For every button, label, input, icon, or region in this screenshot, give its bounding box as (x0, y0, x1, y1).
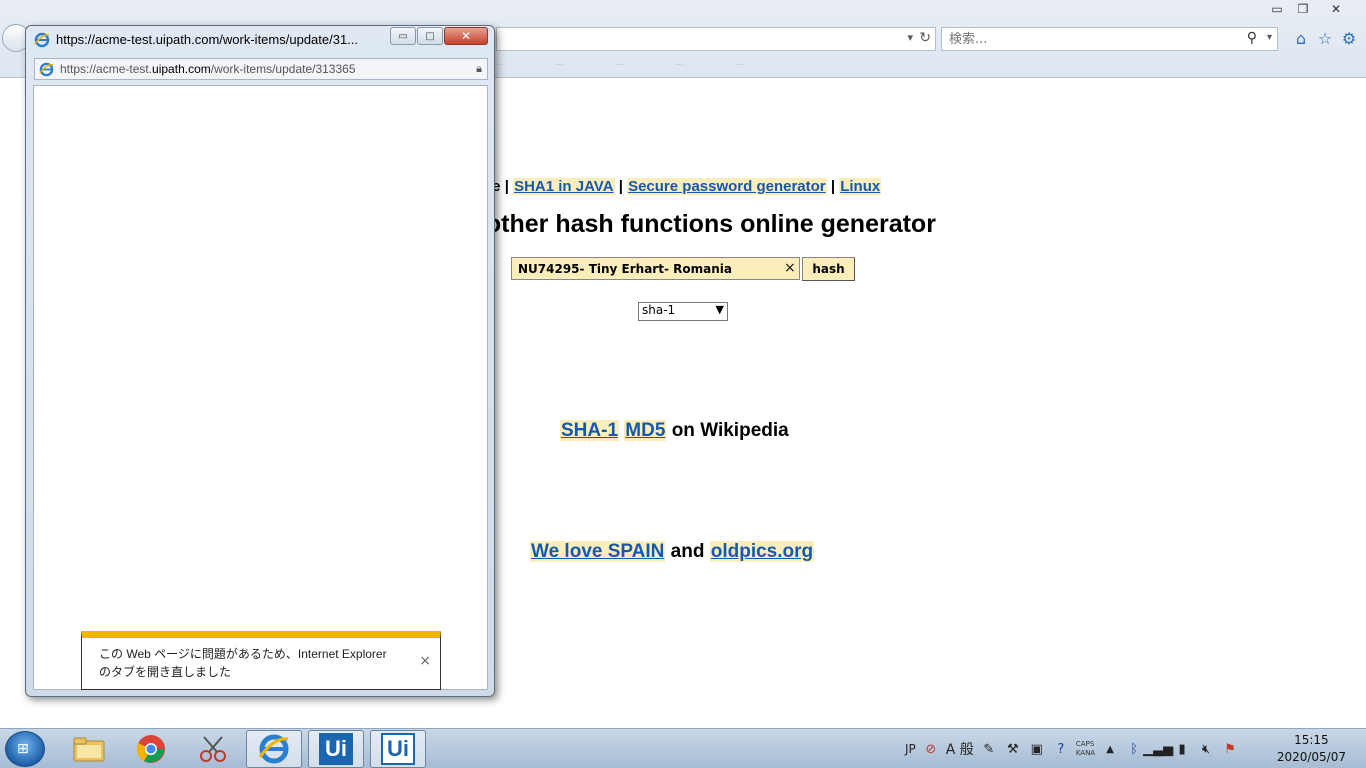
scissors-icon (200, 736, 226, 762)
popup-address-bar[interactable]: https://acme-test.uipath.com/work-items/… (34, 58, 488, 80)
window-controls: ▭ ❐ ✕ (1264, 0, 1356, 18)
gear-icon[interactable]: ⚙ (1339, 27, 1359, 49)
separator: | (504, 178, 509, 195)
clock-time: 15:15 (1294, 733, 1329, 747)
refresh-icon[interactable]: ↻ (919, 30, 931, 46)
ime-icon[interactable]: ⊘ (922, 740, 940, 758)
link-linux[interactable]: Linux (839, 178, 882, 195)
show-hidden-icons-icon[interactable]: ▲ (1101, 740, 1119, 758)
folder-icon (73, 737, 105, 762)
hash-text-input[interactable] (511, 257, 800, 280)
link-we-love-spain[interactable]: We love SPAIN (530, 541, 666, 562)
close-icon[interactable]: × (419, 653, 431, 669)
nav-links: ge | SHA1 in JAVA | Secure password gene… (483, 178, 882, 195)
ime-dictionary-icon[interactable]: ▣ (1028, 740, 1046, 758)
minimize-button[interactable]: ▭ (1264, 0, 1290, 18)
search-dropdown-icon[interactable]: ▾ (1267, 32, 1272, 43)
separator: | (618, 178, 623, 195)
taskbar-chrome[interactable] (123, 730, 179, 768)
uipath-logo-icon: Ui (319, 733, 353, 765)
url-path: /work-items/update/313365 (210, 62, 356, 76)
home-icon[interactable]: ⌂ (1291, 27, 1311, 49)
taskbar-file-explorer[interactable] (61, 730, 117, 768)
page-title: l other hash functions online generator (472, 210, 936, 238)
power-icon[interactable]: ▮ (1173, 740, 1191, 758)
wikipedia-links: SHA-1 MD5 on Wikipedia (560, 420, 789, 442)
browser-nav-icons: ⌂ ☆ ⚙ (1291, 27, 1359, 49)
search-icon[interactable]: ⚲ (1247, 30, 1257, 46)
kana-text: KANA (1075, 749, 1096, 757)
address-dropdown-icon[interactable]: ▾ (907, 31, 913, 44)
ime-mode[interactable]: A 般 (946, 739, 974, 759)
link-md5-wikipedia[interactable]: MD5 (624, 420, 667, 441)
favorites-star-icon[interactable]: ☆ (1315, 27, 1335, 49)
clock-date: 2020/05/07 (1276, 750, 1346, 764)
taskbar-snipping-tool[interactable] (185, 730, 241, 768)
ime-tools-icon[interactable]: ⚒ (1004, 740, 1022, 758)
chevron-down-icon: ▼ (715, 303, 724, 316)
taskbar-uipath-robot[interactable]: Ui (370, 730, 426, 768)
taskbar: ⊞ Ui Ui JP ⊘ A 般 ✎ ⚒ ▣ ? CAPS KANA ▲ ᛒ ▁▃… (0, 728, 1366, 768)
close-button[interactable]: ✕ (1316, 0, 1356, 18)
restore-button[interactable]: ❐ (1290, 0, 1316, 18)
windows-logo-icon: ⊞ (17, 741, 29, 757)
search-box[interactable]: ⚲ ▾ (941, 27, 1278, 51)
popup-window-controls: ▭ □ ✕ (390, 27, 488, 45)
hash-button[interactable]: hash (802, 257, 855, 281)
caps-text: CAPS (1075, 740, 1095, 748)
language-indicator[interactable]: JP (905, 742, 916, 756)
lock-icon[interactable]: 🔒︎ (476, 62, 482, 76)
separator: | (830, 178, 836, 195)
system-tray: JP ⊘ A 般 ✎ ⚒ ▣ ? CAPS KANA ▲ ᛒ ▁▃▅ ▮ 🔇︎ ⚑ (905, 729, 1239, 768)
favorites-item[interactable]: ... (676, 57, 684, 67)
chrome-icon (136, 735, 165, 763)
taskbar-internet-explorer[interactable] (246, 730, 302, 768)
clock[interactable]: 15:15 2020/05/07 (1277, 732, 1346, 766)
caps-kana-indicator: CAPS KANA (1076, 740, 1095, 758)
url-domain: uipath.com (152, 62, 211, 76)
search-input[interactable] (942, 28, 1222, 50)
link-password-generator[interactable]: Secure password generator (627, 178, 827, 195)
link-oldpics[interactable]: oldpics.org (709, 541, 815, 562)
popup-close-button[interactable]: ✕ (444, 27, 488, 45)
address-bar[interactable]: ▾ ↻ (496, 27, 936, 51)
algorithm-select[interactable]: sha-1 ▼ (638, 302, 728, 321)
popup-title: https://acme-test.uipath.com/work-items/… (56, 32, 359, 47)
ime-pad-icon[interactable]: ✎ (980, 740, 998, 758)
notification-text: この Web ページに問題があるため、Internet Explorer のタブ… (99, 647, 387, 679)
favorites-item[interactable]: ... (616, 57, 624, 67)
popup-window: https://acme-test.uipath.com/work-items/… (25, 25, 495, 697)
popup-maximize-button[interactable]: □ (417, 27, 443, 45)
algorithm-value: sha-1 (642, 303, 676, 317)
wiki-text: on Wikipedia (671, 420, 789, 441)
link-sha1-wikipedia[interactable]: SHA-1 (560, 420, 620, 441)
favorites-item[interactable]: ... (736, 57, 744, 67)
favorites-item[interactable]: ... (496, 57, 504, 67)
uipath-logo-icon: Ui (381, 733, 415, 765)
popup-content: この Web ページに問題があるため、Internet Explorer のタブ… (33, 85, 488, 690)
start-button[interactable]: ⊞ (5, 731, 45, 767)
internet-explorer-icon (34, 32, 50, 53)
action-center-icon[interactable]: ⚑ (1221, 740, 1239, 758)
popup-url: https://acme-test.uipath.com/work-items/… (60, 62, 356, 76)
popup-minimize-button[interactable]: ▭ (390, 27, 416, 45)
and-text: and (670, 541, 705, 562)
recovery-notification: この Web ページに問題があるため、Internet Explorer のタブ… (81, 631, 441, 690)
taskbar-uipath-studio[interactable]: Ui (308, 730, 364, 768)
bluetooth-icon[interactable]: ᛒ (1125, 740, 1143, 758)
sponsor-links: We love SPAIN and oldpics.org (530, 541, 815, 563)
url-prefix: https://acme-test. (60, 62, 153, 76)
internet-explorer-icon (39, 62, 54, 82)
volume-muted-icon[interactable]: 🔇︎ (1197, 740, 1215, 758)
link-sha1-java[interactable]: SHA1 in JAVA (513, 178, 615, 195)
clear-input-icon[interactable]: × (784, 260, 796, 276)
favorites-bar: ... ... ... ... ... (496, 52, 1356, 68)
favorites-item[interactable]: ... (556, 57, 564, 67)
internet-explorer-icon (258, 734, 289, 764)
help-icon[interactable]: ? (1052, 740, 1070, 758)
network-signal-icon[interactable]: ▁▃▅ (1143, 740, 1173, 758)
